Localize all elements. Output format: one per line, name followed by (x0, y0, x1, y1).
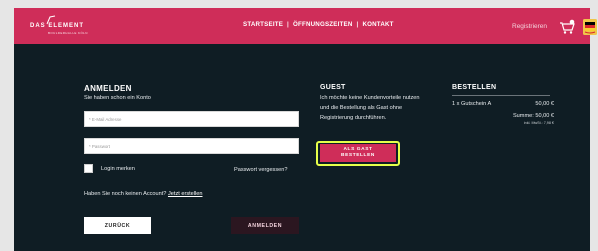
order-summary: BESTELLEN 1 x Gutschein A 50,00 € Summe:… (452, 84, 554, 125)
login-section: ANMELDEN Sie haben schon ein Konto (84, 84, 304, 101)
order-title: BESTELLEN (452, 84, 497, 91)
no-account-label: Haben Sie noch keinen Account? (84, 191, 167, 197)
flag-de-icon[interactable] (583, 19, 597, 35)
register-link[interactable]: Registrieren (512, 23, 547, 30)
checkout-panel: ANMELDEN Sie haben schon ein Konto Login… (14, 44, 590, 251)
create-account-link[interactable]: Jetzt erstellen (168, 191, 203, 197)
guest-order-button[interactable]: ALS GAST BESTELLEN (320, 144, 396, 162)
back-button[interactable]: ZURÜCK (84, 217, 151, 234)
order-item-name: 1 x Gutschein A (452, 101, 492, 107)
nav-link-contact[interactable]: KONTAKT (362, 21, 393, 28)
order-sum: Summe: 50,00 € (512, 113, 554, 119)
order-item-row: 1 x Gutschein A 50,00 € (452, 101, 554, 107)
guest-title: GUEST (320, 84, 346, 91)
top-navigation-bar: DAS ELEMENT BOULDERHALLE KÖLN STARTSEITE… (14, 8, 597, 44)
forgot-password-link[interactable]: Passwort vergessen? (234, 167, 287, 173)
nav-link-home[interactable]: STARTSEITE (243, 21, 283, 28)
logo-brand-text: DAS ELEMENT (30, 23, 85, 29)
order-item-price: 50,00 € (535, 101, 554, 107)
main-nav: STARTSEITE | ÖFFNUNGSZEITEN | KONTAKT (243, 21, 394, 28)
login-title: ANMELDEN (84, 84, 132, 93)
email-field[interactable] (84, 111, 299, 127)
nav-separator: | (356, 21, 359, 28)
nav-link-opening-hours[interactable]: ÖFFNUNGSZEITEN (293, 21, 353, 28)
remember-label: Login merken (101, 165, 135, 172)
guest-section: GUEST Ich möchte keine Kundenvorteile nu… (320, 84, 428, 123)
cart-icon[interactable] (558, 18, 576, 36)
login-subtitle: Sie haben schon ein Konto (84, 95, 151, 101)
logo-tagline: BOULDERHALLE KÖLN (48, 31, 88, 35)
site-logo[interactable]: DAS ELEMENT BOULDERHALLE KÖLN (30, 15, 90, 39)
page: DAS ELEMENT BOULDERHALLE KÖLN STARTSEITE… (0, 0, 598, 251)
remember-checkbox[interactable] (84, 164, 93, 173)
order-divider (452, 95, 550, 96)
no-account-text: Haben Sie noch keinen Account? Jetzt ers… (84, 191, 203, 197)
password-field[interactable] (84, 138, 299, 154)
order-vat: inkl. MwSt.: 7,98 € (523, 121, 554, 125)
nav-separator: | (287, 21, 289, 28)
remember-login: Login merken (84, 164, 135, 173)
guest-description: Ich möchte keine Kundenvorteile nutzen u… (320, 95, 420, 121)
login-button[interactable]: ANMELDEN (231, 217, 299, 234)
guest-button-line2: BESTELLEN (341, 153, 375, 158)
